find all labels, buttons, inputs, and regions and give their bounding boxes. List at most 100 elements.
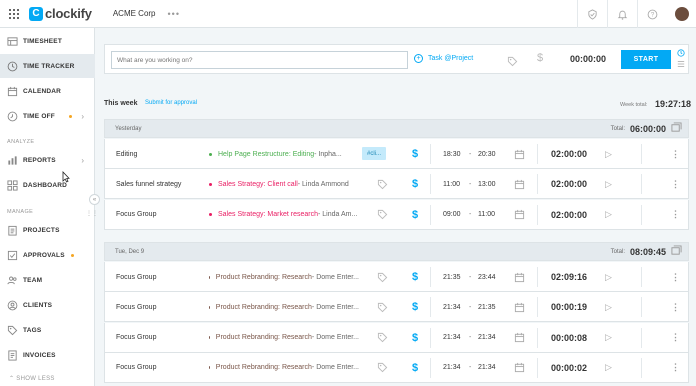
workspace-name[interactable]: ACME Corp	[113, 9, 156, 18]
entry-description[interactable]: Focus Group	[116, 200, 156, 230]
help-shield-icon[interactable]	[577, 0, 607, 28]
tag-icon[interactable]	[377, 262, 388, 292]
more-options-icon[interactable]: ⋮	[671, 169, 680, 199]
entry-project[interactable]: Product Rebranding: Research - Dome Ente…	[209, 323, 359, 353]
play-icon[interactable]: ▷	[605, 200, 612, 230]
entry-duration[interactable]: 02:09:16	[551, 262, 587, 292]
play-icon[interactable]: ▷	[605, 323, 612, 353]
show-less-button[interactable]: ⌃ SHOW LESS	[9, 375, 55, 382]
billable-dollar-icon[interactable]: $	[412, 262, 418, 292]
avatar[interactable]	[675, 7, 689, 21]
tag-icon[interactable]	[377, 169, 388, 199]
bell-icon[interactable]	[607, 0, 637, 28]
sidebar-item-dashboard[interactable]: DASHBOARD	[0, 173, 95, 197]
start-time[interactable]: 11:00	[443, 169, 460, 199]
entry-description[interactable]: Focus Group	[116, 262, 156, 292]
sidebar-item-calendar[interactable]: CALENDAR	[0, 79, 95, 103]
calendar-icon[interactable]	[514, 323, 525, 353]
sidebar-item-time-off[interactable]: TIME OFF ›	[0, 104, 95, 128]
calendar-icon[interactable]	[514, 139, 525, 169]
entry-duration[interactable]: 02:00:00	[551, 139, 587, 169]
billable-dollar-icon[interactable]: $	[412, 169, 418, 199]
entry-description[interactable]: Editing	[116, 139, 137, 169]
play-icon[interactable]: ▷	[605, 353, 612, 383]
more-options-icon[interactable]: ⋮	[671, 323, 680, 353]
end-time[interactable]: 21:34	[478, 353, 496, 383]
end-time[interactable]: 13:00	[478, 169, 496, 199]
entry-duration[interactable]: 00:00:08	[551, 323, 587, 353]
start-time[interactable]: 21:34	[443, 292, 461, 322]
clockify-logo[interactable]: C clockify	[29, 6, 92, 21]
question-icon[interactable]: ?	[637, 0, 667, 28]
end-time[interactable]: 23:44	[478, 262, 496, 292]
manual-mode-icon[interactable]	[677, 60, 685, 68]
entry-description[interactable]: Focus Group	[116, 292, 156, 322]
bulk-edit-icon[interactable]	[671, 245, 682, 258]
billable-dollar-icon[interactable]: $	[537, 52, 543, 64]
task-project-button[interactable]: + Task @Project	[414, 54, 473, 63]
play-icon[interactable]: ▷	[605, 262, 612, 292]
entry-duration[interactable]: 00:00:02	[551, 353, 587, 383]
collapse-sidebar-button[interactable]: «	[89, 194, 100, 205]
billable-dollar-icon[interactable]: $	[412, 139, 418, 169]
entry-project[interactable]: Help Page Restructure: Editing - Inpha..…	[209, 139, 359, 169]
entry-duration[interactable]: 00:00:19	[551, 292, 587, 322]
sidebar-item-timesheet[interactable]: TIMESHEET	[0, 29, 95, 53]
entry-project[interactable]: Sales Strategy: Client call - Linda Ammo…	[209, 169, 359, 199]
sidebar-item-time-tracker[interactable]: TIME TRACKER	[0, 54, 95, 78]
sidebar-item-projects[interactable]: PROJECTS	[0, 218, 95, 242]
billable-dollar-icon[interactable]: $	[412, 353, 418, 383]
description-input[interactable]	[111, 51, 408, 69]
billable-dollar-icon[interactable]: $	[412, 292, 418, 322]
billable-dollar-icon[interactable]: $	[412, 200, 418, 230]
entry-project[interactable]: Sales Strategy: Market research - Linda …	[209, 200, 359, 230]
more-options-icon[interactable]: ⋮	[671, 200, 680, 230]
calendar-icon[interactable]	[514, 292, 525, 322]
sidebar-item-invoices[interactable]: INVOICES	[0, 343, 95, 367]
sidebar-item-clients[interactable]: CLIENTS	[0, 293, 95, 317]
sidebar-item-team[interactable]: TEAM	[0, 268, 95, 292]
sidebar-item-approvals[interactable]: APPROVALS	[0, 243, 95, 267]
start-time[interactable]: 21:34	[443, 353, 461, 383]
play-icon[interactable]: ▷	[605, 169, 612, 199]
tag-icon[interactable]	[377, 200, 388, 230]
end-time[interactable]: 21:35	[478, 292, 496, 322]
start-time[interactable]: 09:00	[443, 200, 461, 230]
entry-description[interactable]: Sales funnel strategy	[116, 169, 181, 199]
entry-project[interactable]: Product Rebranding: Research - Dome Ente…	[209, 262, 359, 292]
sidebar-item-tags[interactable]: TAGS	[0, 318, 95, 342]
start-button[interactable]: START	[621, 50, 671, 69]
entry-description[interactable]: Focus Group	[116, 323, 156, 353]
calendar-icon[interactable]	[514, 169, 525, 199]
calendar-icon[interactable]	[514, 200, 525, 230]
start-time[interactable]: 18:30	[443, 139, 461, 169]
more-options-icon[interactable]: ⋮	[671, 139, 680, 169]
play-icon[interactable]: ▷	[605, 292, 612, 322]
calendar-icon[interactable]	[514, 353, 525, 383]
tag-icon[interactable]	[377, 323, 388, 353]
bulk-edit-icon[interactable]	[671, 122, 682, 135]
drag-handle-icon[interactable]: ⋮⋮	[86, 210, 98, 217]
end-time[interactable]: 11:00	[478, 200, 495, 230]
tag-icon[interactable]	[507, 54, 518, 72]
more-options-icon[interactable]: ⋮	[671, 353, 680, 383]
play-icon[interactable]: ▷	[605, 139, 612, 169]
billable-dollar-icon[interactable]: $	[412, 323, 418, 353]
entry-duration[interactable]: 02:00:00	[551, 169, 587, 199]
start-time[interactable]: 21:34	[443, 323, 461, 353]
timer-mode-icon[interactable]	[677, 49, 685, 57]
tag-icon[interactable]	[377, 353, 388, 383]
entry-project[interactable]: Product Rebranding: Research - Dome Ente…	[209, 353, 359, 383]
entry-duration[interactable]: 02:00:00	[551, 200, 587, 230]
sidebar-item-reports[interactable]: REPORTS ›	[0, 148, 95, 172]
end-time[interactable]: 20:30	[478, 139, 496, 169]
app-grid-icon[interactable]	[9, 8, 19, 19]
entry-project[interactable]: Product Rebranding: Research - Dome Ente…	[209, 292, 359, 322]
end-time[interactable]: 21:34	[478, 323, 496, 353]
more-options-icon[interactable]: ⋮	[671, 262, 680, 292]
calendar-icon[interactable]	[514, 262, 525, 292]
tag-chip[interactable]: #cli...	[362, 147, 387, 160]
tag-icon[interactable]	[377, 292, 388, 322]
workspace-menu-icon[interactable]: •••	[168, 9, 180, 19]
submit-for-approval-link[interactable]: Submit for approval	[145, 100, 197, 106]
